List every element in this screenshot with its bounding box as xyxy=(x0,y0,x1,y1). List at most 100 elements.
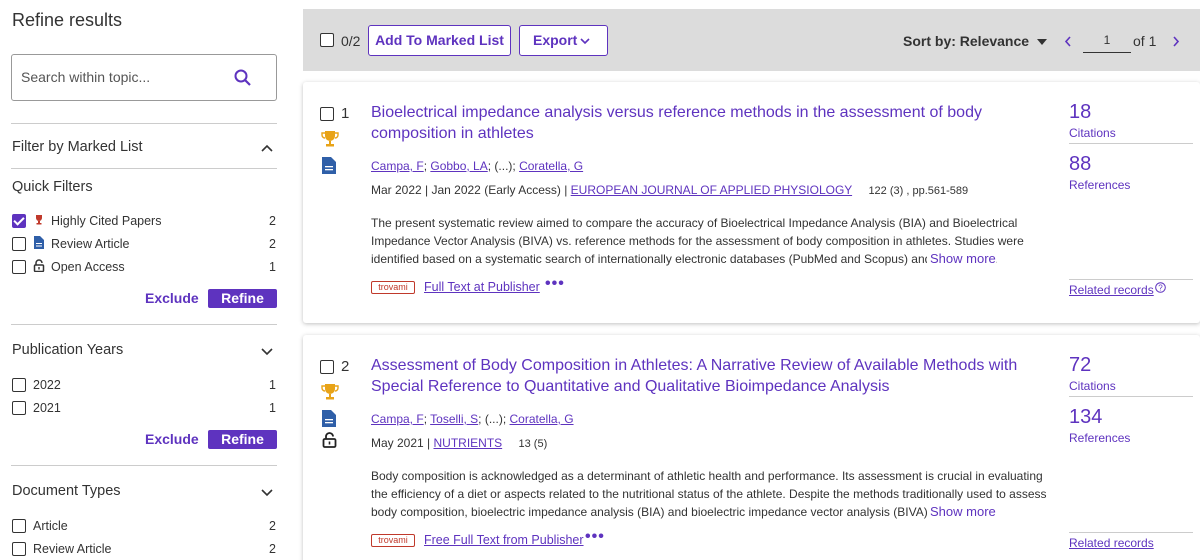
citations-count[interactable]: 18 xyxy=(1069,101,1091,124)
export-button[interactable]: Export xyxy=(519,25,608,56)
exclude-button[interactable]: Exclude xyxy=(145,290,199,306)
filter-label: 2022 xyxy=(33,378,61,392)
author-link[interactable]: Toselli, S xyxy=(430,412,478,426)
pub-date: May 2021 | xyxy=(371,436,434,450)
citations-label[interactable]: Citations xyxy=(1069,379,1116,393)
journal-link[interactable]: NUTRIENTS xyxy=(433,436,502,450)
review-article-type-checkbox[interactable] xyxy=(12,542,26,556)
references-label[interactable]: References xyxy=(1069,431,1130,445)
sort-label: Sort by: Relevance xyxy=(903,33,1030,49)
trovami-badge[interactable]: trovami xyxy=(371,534,415,547)
document-types-heading[interactable]: Document Types xyxy=(12,483,121,499)
filter-label: Article xyxy=(33,519,68,533)
chevron-down-icon[interactable] xyxy=(261,348,273,356)
record-checkbox[interactable] xyxy=(320,360,334,374)
results-toolbar: 0/2 Add To Marked List Export Sort by: R… xyxy=(303,9,1200,71)
divider xyxy=(1069,143,1193,144)
citations-label[interactable]: Citations xyxy=(1069,126,1116,140)
trophy-icon xyxy=(321,131,339,147)
trophy-icon xyxy=(321,384,339,400)
open-access-checkbox[interactable] xyxy=(12,260,26,274)
svg-text:?: ? xyxy=(1158,283,1163,292)
author-link[interactable]: Campa, F xyxy=(371,412,424,426)
journal-link[interactable]: EUROPEAN JOURNAL OF APPLIED PHYSIOLOGY xyxy=(571,183,852,197)
filter-label: Review Article xyxy=(33,542,112,556)
references-count[interactable]: 88 xyxy=(1069,153,1091,176)
chevron-down-icon[interactable] xyxy=(261,489,273,497)
sort-dropdown[interactable]: Sort by: Relevance xyxy=(903,33,1047,49)
lock-icon xyxy=(33,259,45,272)
review-article-checkbox[interactable] xyxy=(12,237,26,251)
open-access-lock-icon xyxy=(322,432,337,448)
add-to-marked-list-button[interactable]: Add To Marked List xyxy=(368,25,511,56)
author-link[interactable]: Gobbo, LA xyxy=(430,159,487,173)
related-records-link[interactable]: Related records xyxy=(1069,536,1154,550)
article-checkbox[interactable] xyxy=(12,519,26,533)
document-icon xyxy=(34,236,44,249)
help-icon[interactable]: ? xyxy=(1155,282,1166,293)
divider xyxy=(11,123,277,124)
authors-list: Campa, F; Toselli, S; (...); Coratella, … xyxy=(371,412,574,426)
marked-list-filter[interactable]: Filter by Marked List xyxy=(12,139,143,155)
year-2022-checkbox[interactable] xyxy=(12,378,26,392)
caret-down-icon xyxy=(1036,39,1047,45)
refine-button[interactable]: Refine xyxy=(208,430,277,449)
refine-sidebar: Refine results Search within topic... Fi… xyxy=(0,0,290,560)
next-page-icon[interactable] xyxy=(1172,36,1180,47)
record-number: 2 xyxy=(341,358,350,375)
record-title-link[interactable]: Assessment of Body Composition in Athlet… xyxy=(371,355,1051,397)
show-more-link[interactable]: Show more xyxy=(927,251,996,266)
search-icon[interactable] xyxy=(234,69,252,92)
of-text: of xyxy=(1133,33,1145,49)
page-number-input[interactable]: 1 xyxy=(1083,29,1131,53)
exclude-button[interactable]: Exclude xyxy=(145,431,199,447)
author-link[interactable]: Coratella, G xyxy=(519,159,583,173)
references-count[interactable]: 134 xyxy=(1069,406,1102,429)
divider xyxy=(1069,396,1193,397)
filter-count: 2 xyxy=(269,237,276,251)
chevron-up-icon[interactable] xyxy=(261,144,273,152)
divider xyxy=(11,465,277,466)
year-2021-checkbox[interactable] xyxy=(12,401,26,415)
authors-ellipsis[interactable]: (...) xyxy=(494,159,512,173)
filter-label: Review Article xyxy=(51,237,130,251)
author-link[interactable]: Campa, F xyxy=(371,159,424,173)
trovami-badge[interactable]: trovami xyxy=(371,281,415,294)
publication-years-heading[interactable]: Publication Years xyxy=(12,342,123,358)
highly-cited-checkbox[interactable] xyxy=(12,214,26,228)
selected-count: 0/2 xyxy=(341,33,361,49)
record-meta: May 2021 | NUTRIENTS 13 (5) xyxy=(371,436,547,450)
filter-count: 1 xyxy=(269,401,276,415)
refine-button[interactable]: Refine xyxy=(208,289,277,308)
authors-ellipsis[interactable]: (...) xyxy=(485,412,503,426)
document-icon xyxy=(322,157,336,174)
filter-count: 1 xyxy=(269,378,276,392)
record-title-link[interactable]: Bioelectrical impedance analysis versus … xyxy=(371,102,1051,144)
more-options-icon[interactable]: ••• xyxy=(545,275,565,293)
filter-label: Open Access xyxy=(51,260,125,274)
filter-label: Highly Cited Papers xyxy=(51,214,162,228)
pub-date: Mar 2022 | Jan 2022 (Early Access) | xyxy=(371,183,571,197)
prev-page-icon[interactable] xyxy=(1064,36,1072,47)
volume-pages: 122 (3) , pp.561-589 xyxy=(868,185,969,197)
more-options-icon[interactable]: ••• xyxy=(585,528,605,546)
record-checkbox[interactable] xyxy=(320,107,334,121)
document-icon xyxy=(322,410,336,427)
select-all-checkbox[interactable] xyxy=(320,33,334,47)
chevron-down-icon xyxy=(580,38,590,45)
citations-count[interactable]: 72 xyxy=(1069,354,1091,377)
show-more-link[interactable]: Show more xyxy=(927,504,996,519)
page-total: 1 xyxy=(1148,33,1157,49)
record-card: 2 Assessment of Body Composition in Athl… xyxy=(303,335,1200,560)
export-label: Export xyxy=(533,32,578,48)
full-text-link[interactable]: Free Full Text from Publisher xyxy=(424,533,584,547)
divider xyxy=(11,168,277,169)
full-text-link[interactable]: Full Text at Publisher xyxy=(424,280,540,294)
authors-list: Campa, F; Gobbo, LA; (...); Coratella, G xyxy=(371,159,584,173)
search-within-input[interactable]: Search within topic... xyxy=(11,54,277,101)
related-records-link[interactable]: Related records xyxy=(1069,283,1154,297)
references-label[interactable]: References xyxy=(1069,178,1130,192)
search-placeholder: Search within topic... xyxy=(21,69,151,85)
trophy-icon xyxy=(36,215,42,225)
author-link[interactable]: Coratella, G xyxy=(510,412,574,426)
